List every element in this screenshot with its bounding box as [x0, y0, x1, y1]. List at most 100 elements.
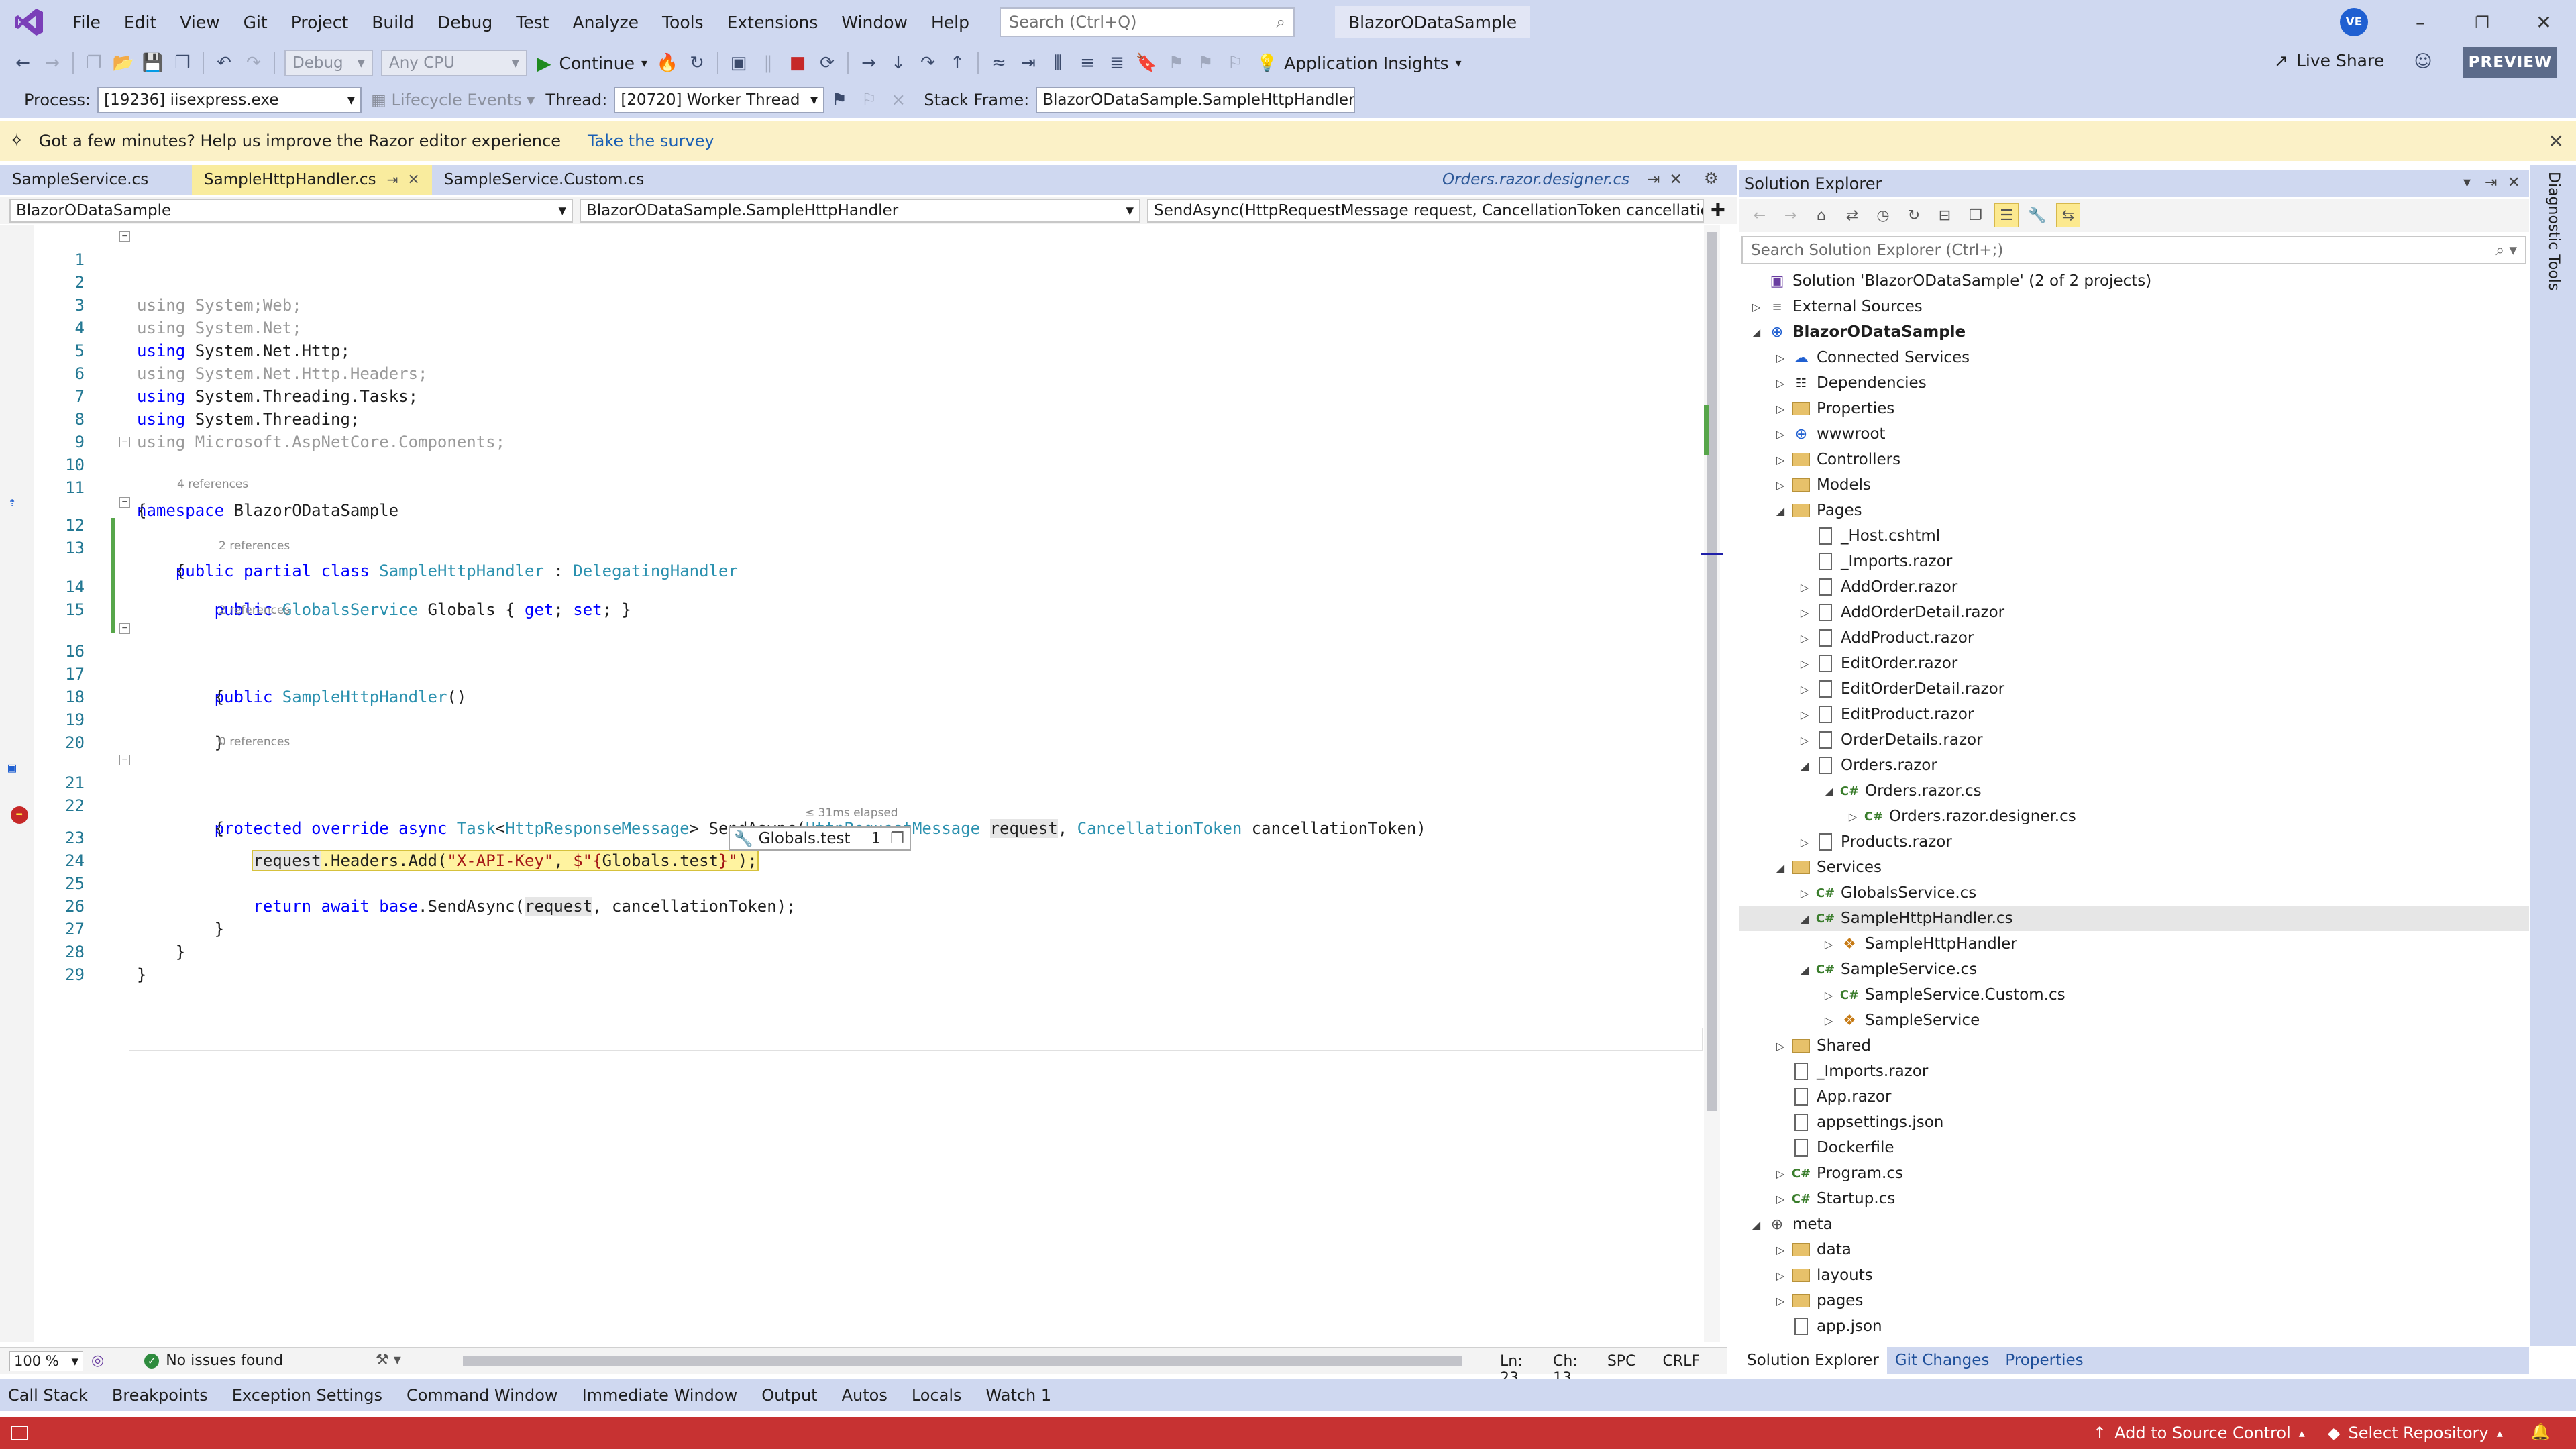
horizontal-scrollbar[interactable]	[463, 1356, 1462, 1366]
codelens-references[interactable]: 4 references	[177, 478, 248, 491]
menu-build[interactable]: Build	[365, 13, 431, 32]
zoom-select[interactable]: 100 % ▾	[9, 1350, 83, 1371]
back-icon[interactable]: ←	[12, 52, 34, 74]
keep-open-icon[interactable]: ⇥	[1647, 171, 1660, 189]
menu-file[interactable]: File	[66, 13, 117, 32]
tab-sampleservice[interactable]: SampleService.cs	[0, 165, 192, 195]
forward-icon[interactable]: →	[42, 52, 63, 74]
expand-icon[interactable]: ▷	[1772, 352, 1788, 364]
tree-orders-razor[interactable]: ◢ Orders.razor	[1796, 753, 1937, 778]
tree-services[interactable]: ◢ Services	[1772, 855, 1882, 880]
tree-addproduct[interactable]: ▷ AddProduct.razor	[1796, 625, 1974, 651]
issues-indicator[interactable]: ✓ No issues found	[144, 1352, 283, 1369]
tab-exception-settings[interactable]: Exception Settings	[232, 1386, 382, 1405]
tree-meta-data[interactable]: ▷ data	[1772, 1237, 1851, 1263]
tree-products-razor[interactable]: ▷ Products.razor	[1796, 829, 1952, 855]
expand-icon[interactable]: ▷	[1796, 708, 1813, 721]
menu-debug[interactable]: Debug	[431, 13, 509, 32]
tree-controllers[interactable]: ▷ Controllers	[1772, 447, 1900, 472]
tab-orders-razor-designer-preview[interactable]: Orders.razor.designer.cs ⇥ ✕	[1442, 165, 1682, 195]
expand-icon[interactable]: ▷	[1772, 1040, 1788, 1053]
stack-frame-select[interactable]: BlazorODataSample.SampleHttpHandler.S ▾	[1036, 87, 1356, 113]
clear-bookmarks-icon[interactable]: ⚐	[1224, 52, 1246, 74]
split-icon[interactable]: ✚	[1711, 201, 1725, 221]
expand-icon[interactable]: ▷	[1772, 402, 1788, 415]
tab-immediate-window[interactable]: Immediate Window	[582, 1386, 738, 1405]
tree-editorderdetail[interactable]: ▷ EditOrderDetail.razor	[1796, 676, 2004, 702]
expand-icon[interactable]: ▷	[1772, 453, 1788, 466]
tab-sampleservice-custom[interactable]: SampleService.Custom.cs	[432, 165, 657, 195]
preview-button[interactable]: PREVIEW	[2463, 47, 2557, 78]
menu-window[interactable]: Window	[835, 13, 924, 32]
tree-wwwroot[interactable]: ▷ ⊕ wwwroot	[1772, 421, 1886, 447]
columns-icon[interactable]: ⫼	[1047, 52, 1069, 74]
expand-icon[interactable]: ▷	[1796, 632, 1813, 645]
preview-selected-icon[interactable]: ☰	[1994, 203, 2019, 227]
pin-icon[interactable]: ❐	[890, 830, 910, 847]
expand-icon[interactable]: ▷	[1772, 479, 1788, 492]
codelens-references[interactable]: 2 references	[219, 539, 290, 553]
expand-icon[interactable]: ▷	[1772, 428, 1788, 441]
tab-autos[interactable]: Autos	[842, 1386, 888, 1405]
select-repository-button[interactable]: ◆ Select Repository ▴	[2328, 1424, 2503, 1442]
menu-help[interactable]: Help	[924, 13, 986, 32]
codelens-references[interactable]: 0 references	[219, 735, 290, 749]
back-icon[interactable]: ←	[1748, 204, 1771, 227]
solution-explorer-search-input[interactable]: Search Solution Explorer (Ctrl+;) ⌕ ▾	[1741, 236, 2526, 264]
uncomment-icon[interactable]: ≣	[1106, 52, 1128, 74]
tree-dockerfile[interactable]: Dockerfile	[1772, 1135, 1894, 1161]
close-icon[interactable]: ✕	[407, 172, 419, 189]
scroll-thumb[interactable]	[1707, 232, 1717, 1111]
live-share-button[interactable]: ↗ Live Share	[2274, 51, 2384, 70]
fold-toggle[interactable]: −	[119, 437, 130, 447]
tab-output[interactable]: Output	[761, 1386, 817, 1405]
tree-external-sources[interactable]: ▷ ≡ External Sources	[1748, 294, 1923, 319]
configuration-select[interactable]: Debug ▾	[284, 50, 373, 76]
close-icon[interactable]: ✕	[1669, 171, 1682, 189]
stop-icon[interactable]: ■	[787, 52, 808, 74]
collapse-icon[interactable]: ◢	[1796, 759, 1813, 772]
tab-call-stack[interactable]: Call Stack	[8, 1386, 88, 1405]
menu-project[interactable]: Project	[284, 13, 366, 32]
tree-pages[interactable]: ◢ Pages	[1772, 498, 1862, 523]
tab-git-changes[interactable]: Git Changes	[1887, 1347, 1998, 1374]
tree-orderdetails[interactable]: ▷ OrderDetails.razor	[1796, 727, 1983, 753]
expand-icon[interactable]: ▷	[1796, 581, 1813, 594]
tree-solution[interactable]: ▣ Solution 'BlazorODataSample' (2 of 2 p…	[1748, 268, 2152, 294]
fold-toggle[interactable]: −	[119, 231, 130, 242]
expand-icon[interactable]: ▷	[1821, 989, 1837, 1002]
continue-button[interactable]: ▶ Continue ▾	[537, 52, 647, 74]
restore-icon[interactable]: ❐	[2469, 9, 2496, 36]
properties-icon[interactable]: 🔧	[2026, 204, 2049, 227]
expand-icon[interactable]: ▷	[1796, 606, 1813, 619]
restart-icon[interactable]: ↻	[686, 52, 708, 74]
expand-icon[interactable]: ▷	[1772, 1167, 1788, 1180]
close-icon[interactable]: ✕	[2548, 130, 2564, 152]
tab-solution-explorer[interactable]: Solution Explorer	[1739, 1347, 1887, 1374]
browser-link-icon[interactable]: ▣	[728, 52, 749, 74]
datatip-value[interactable]: 1	[861, 830, 890, 847]
tree-meta-layouts[interactable]: ▷ layouts	[1772, 1263, 1873, 1288]
lifecycle-events-button[interactable]: ▦ Lifecycle Events ▾	[371, 91, 535, 109]
expand-icon[interactable]: ▷	[1821, 938, 1837, 951]
tab-watch-1[interactable]: Watch 1	[986, 1386, 1052, 1405]
tree-meta-pages[interactable]: ▷ pages	[1772, 1288, 1864, 1313]
code-editor[interactable]: 1 − using System; 2 using System.Web; 3 …	[0, 225, 1727, 1342]
thread-select[interactable]: [20720] Worker Thread ▾	[614, 87, 825, 113]
tree-addorderdetail[interactable]: ▷ AddOrderDetail.razor	[1796, 600, 2004, 625]
tree-app-json[interactable]: app.json	[1772, 1313, 1882, 1339]
expand-icon[interactable]: ▷	[1821, 1014, 1837, 1027]
expand-icon[interactable]: ▷	[1772, 1193, 1788, 1205]
tree-host-cshtml[interactable]: _Host.cshtml	[1796, 523, 1940, 549]
filter-icon[interactable]: ⨯	[888, 89, 909, 111]
fold-toggle[interactable]: −	[119, 497, 130, 508]
tree-startup-cs[interactable]: ▷ C# Startup.cs	[1772, 1186, 1895, 1212]
collapse-icon[interactable]: ◢	[1796, 963, 1813, 976]
process-select[interactable]: [19236] iisexpress.exe ▾	[97, 87, 362, 113]
open-folder-icon[interactable]: 📂	[113, 52, 134, 74]
chevron-down-icon[interactable]: ▾	[2463, 174, 2471, 191]
restart-debug-icon[interactable]: ⟳	[816, 52, 838, 74]
tab-breakpoints[interactable]: Breakpoints	[112, 1386, 208, 1405]
undo-icon[interactable]: ↶	[213, 52, 235, 74]
feedback-icon[interactable]: ☺	[2412, 51, 2434, 72]
